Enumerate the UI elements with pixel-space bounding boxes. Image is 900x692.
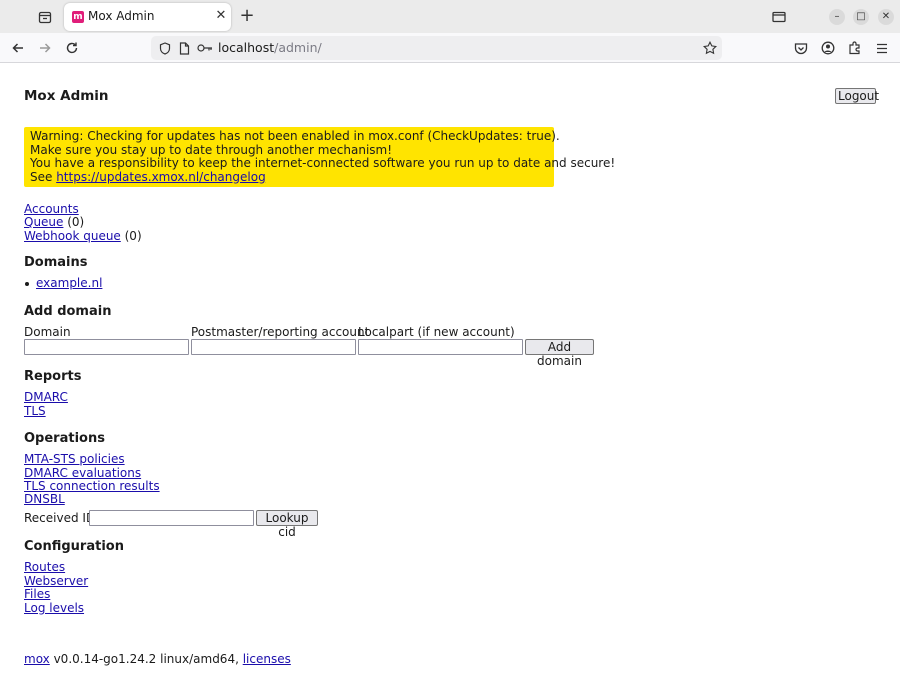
domain-label: Domain <box>24 325 71 339</box>
mox-favicon-icon: m <box>72 11 84 23</box>
warning-line-1: Warning: Checking for updates has not be… <box>30 129 560 143</box>
logout-button[interactable]: Logout <box>835 88 879 104</box>
files-link[interactable]: Files <box>24 587 50 601</box>
reports-heading: Reports <box>24 369 82 384</box>
received-id-label: Received ID <box>24 511 96 525</box>
domain-input[interactable] <box>24 339 189 355</box>
version-text: v0.0.14-go1.24.2 linux/amd64, <box>49 652 243 666</box>
warning-line-4: See https://updates.xmox.nl/changelog <box>30 169 548 185</box>
webhook-queue-row: Webhook queue (0) <box>24 229 142 243</box>
queue-count: (0) <box>63 215 85 229</box>
key-icon[interactable] <box>195 38 215 58</box>
url-bar[interactable]: localhost/admin/ <box>151 36 722 60</box>
received-id-input[interactable] <box>89 510 254 526</box>
dmarc-evaluations-link[interactable]: DMARC evaluations <box>24 466 141 480</box>
tab-close-icon[interactable]: ✕ <box>213 8 229 24</box>
webhook-queue-count: (0) <box>120 229 142 243</box>
postmaster-label: Postmaster/reporting account <box>191 325 370 339</box>
localpart-label: Localpart (if new account) <box>358 325 515 339</box>
warning-line-3: You have a responsibility to keep the in… <box>30 156 616 170</box>
licenses-link[interactable]: licenses <box>243 652 291 666</box>
list-bullet <box>25 282 29 286</box>
browser-toolbar: localhost/admin/ <box>0 33 900 63</box>
postmaster-input[interactable] <box>191 339 356 355</box>
extensions-icon[interactable] <box>845 38 865 58</box>
minimize-icon[interactable]: – <box>829 9 845 25</box>
window-list-icon[interactable] <box>769 7 789 27</box>
domain-link-example-nl[interactable]: example.nl <box>36 276 102 290</box>
reports-dmarc-link[interactable]: DMARC <box>24 390 68 404</box>
mta-sts-policies-link[interactable]: MTA-STS policies <box>24 452 125 466</box>
domains-heading: Domains <box>24 255 88 270</box>
routes-link[interactable]: Routes <box>24 560 65 574</box>
localpart-input[interactable] <box>358 339 523 355</box>
reload-icon[interactable] <box>62 38 82 58</box>
mox-link[interactable]: mox <box>24 652 50 666</box>
new-tab-icon[interactable]: + <box>238 6 256 26</box>
maximize-icon[interactable]: □ <box>853 9 869 25</box>
webserver-link[interactable]: Webserver <box>24 574 88 588</box>
url-text[interactable]: localhost/admin/ <box>218 40 322 55</box>
back-arrow-icon[interactable] <box>8 38 28 58</box>
close-window-icon[interactable]: ✕ <box>878 9 894 25</box>
footer: mox v0.0.14-go1.24.2 linux/amd64, licens… <box>24 652 291 666</box>
url-host: localhost <box>218 40 275 55</box>
log-levels-link[interactable]: Log levels <box>24 601 84 615</box>
warning-see-label: See <box>30 169 57 184</box>
update-warning-box: Warning: Checking for updates has not be… <box>24 127 616 187</box>
warning-line-2: Make sure you stay up to date through an… <box>30 142 393 157</box>
lookup-cid-button[interactable]: Lookup cid <box>256 510 318 539</box>
page-icon[interactable] <box>174 38 194 58</box>
changelog-link[interactable]: https://updates.xmox.nl/changelog <box>56 170 265 184</box>
tab-title: Mox Admin <box>88 9 155 23</box>
queue-link[interactable]: Queue <box>24 215 63 229</box>
add-domain-heading: Add domain <box>24 304 112 319</box>
page-content: Mox Admin Logout Warning: Checking for u… <box>0 64 900 692</box>
tls-connection-results-link[interactable]: TLS connection results <box>24 479 160 493</box>
browser-tab[interactable]: m Mox Admin ✕ <box>64 3 231 31</box>
tab-list-icon[interactable] <box>36 8 54 26</box>
operations-heading: Operations <box>24 431 105 446</box>
accounts-link[interactable]: Accounts <box>24 202 79 216</box>
queue-row: Queue (0) <box>24 215 84 229</box>
reports-tls-link[interactable]: TLS <box>24 404 46 418</box>
menu-hamburger-icon[interactable] <box>872 38 892 58</box>
configuration-heading: Configuration <box>24 539 124 554</box>
dnsbl-link[interactable]: DNSBL <box>24 492 65 506</box>
url-path: /admin/ <box>274 40 322 55</box>
bookmark-star-icon[interactable] <box>700 38 720 58</box>
forward-arrow-icon[interactable] <box>35 38 55 58</box>
shield-icon[interactable] <box>155 38 175 58</box>
account-icon[interactable] <box>818 38 838 58</box>
browser-tab-bar: m Mox Admin ✕ + – □ ✕ <box>0 0 900 33</box>
page-title: Mox Admin <box>24 88 109 104</box>
add-domain-button[interactable]: Add domain <box>525 339 594 368</box>
webhook-queue-link[interactable]: Webhook queue <box>24 229 121 243</box>
pocket-icon[interactable] <box>791 38 811 58</box>
